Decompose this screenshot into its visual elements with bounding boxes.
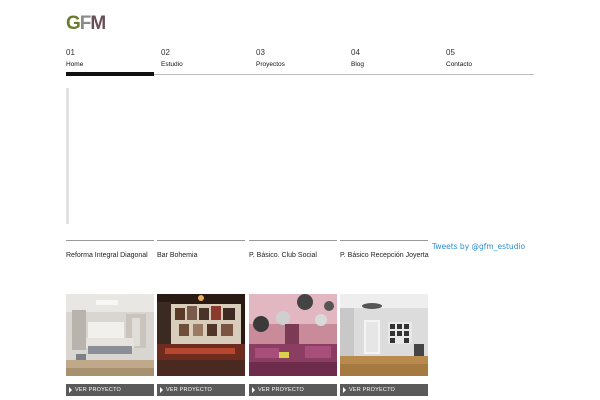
nav-label: Estudio	[161, 61, 183, 68]
nav-label: Proyectos	[256, 61, 285, 68]
ver-proyecto-button[interactable]: VER PROYECTO	[157, 384, 245, 396]
nav-number: 05	[446, 48, 455, 57]
project-thumbnail[interactable]	[157, 294, 245, 376]
project-divider	[249, 240, 337, 241]
logo-letter-m: M	[90, 13, 106, 34]
nav-item-estudio[interactable]: 02 Estudio	[161, 48, 249, 75]
project-card-2: Bar Bohemia VER PROYECTO	[157, 240, 245, 396]
ver-proyecto-button[interactable]: VER PROYECTO	[340, 384, 428, 396]
nav-number: 04	[351, 48, 360, 57]
ver-proyecto-label: VER PROYECTO	[349, 387, 396, 393]
nav-number: 01	[66, 48, 75, 57]
project-card-3: P. Básico. Club Social VER PROYECTO	[249, 240, 337, 396]
nav-label: Blog	[351, 61, 365, 68]
nav-item-contacto[interactable]: 05 Contacto	[446, 48, 534, 75]
project-title[interactable]: P. Básico Recepción Joyerta	[340, 251, 429, 261]
nav-label: Home	[66, 61, 84, 68]
play-arrow-icon	[343, 387, 346, 393]
tweets-link[interactable]: Tweets by @gfm_estudio	[432, 242, 525, 251]
ver-proyecto-button[interactable]: VER PROYECTO	[249, 384, 337, 396]
ver-proyecto-button[interactable]: VER PROYECTO	[66, 384, 154, 396]
nav-item-home[interactable]: 01 Home	[66, 48, 154, 76]
nav-item-blog[interactable]: 04 Blog	[351, 48, 439, 75]
ver-proyecto-label: VER PROYECTO	[75, 387, 122, 393]
logo-letter-g: G	[66, 13, 81, 34]
play-arrow-icon	[160, 387, 163, 393]
main-nav: 01 Home 02 Estudio 03 Proyectos 04 Blog …	[66, 48, 534, 76]
slider-scrollbar[interactable]	[66, 88, 69, 224]
project-divider	[66, 240, 154, 241]
project-thumbnail[interactable]	[66, 294, 154, 376]
nav-number: 02	[161, 48, 170, 57]
ver-proyecto-label: VER PROYECTO	[258, 387, 305, 393]
project-thumbnail[interactable]	[340, 294, 428, 376]
logo[interactable]: GFM	[66, 13, 106, 34]
nav-number: 03	[256, 48, 265, 57]
project-title[interactable]: P. Básico. Club Social	[249, 251, 337, 261]
nav-item-proyectos[interactable]: 03 Proyectos	[256, 48, 344, 75]
play-arrow-icon	[252, 387, 255, 393]
project-thumbnail[interactable]	[249, 294, 337, 376]
project-divider	[340, 240, 428, 241]
project-title[interactable]: Bar Bohemia	[157, 251, 245, 261]
nav-label: Contacto	[446, 61, 473, 68]
play-arrow-icon	[69, 387, 72, 393]
project-divider	[157, 240, 245, 241]
hero-slider	[66, 88, 428, 224]
project-title[interactable]: Reforma Integral Diagonal	[66, 251, 154, 261]
project-card-1: Reforma Integral Diagonal VER PROYECTO	[66, 240, 154, 396]
ver-proyecto-label: VER PROYECTO	[166, 387, 213, 393]
logo-letter-f: F	[79, 13, 92, 34]
project-card-4: P. Básico Recepción Joyerta VER PROYECTO	[340, 240, 429, 396]
